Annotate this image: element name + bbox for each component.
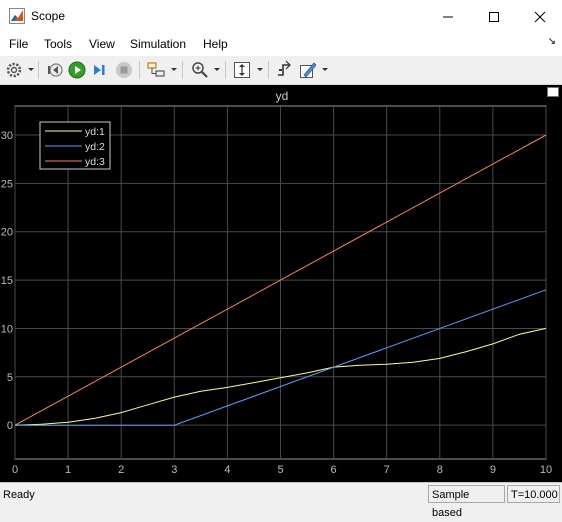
menu-file[interactable]: File (9, 37, 28, 51)
step-forward-button[interactable] (90, 60, 110, 80)
maximize-button[interactable] (470, 0, 516, 32)
scope-display[interactable]: yd 0 1 2 3 4 5 6 7 8 9 10 0 5 10 15 20 25 30 yd:1 yd:2 yd:… (0, 85, 562, 482)
y-tick-label: 0 (7, 420, 13, 432)
style-icon (300, 62, 317, 78)
close-icon (534, 11, 546, 23)
chart-title: yd (276, 89, 289, 103)
x-tick-label: 6 (331, 464, 337, 476)
zoom-dropdown-icon[interactable] (214, 68, 220, 71)
signal-select-button[interactable] (146, 60, 166, 80)
run-icon (68, 61, 86, 79)
legend-label: yd:3 (85, 156, 105, 168)
y-tick-label: 30 (1, 130, 13, 142)
toolbar-separator (139, 61, 140, 79)
settings-dropdown-icon[interactable] (28, 68, 34, 71)
status-bar: Ready Sample based T=10.000 (0, 482, 562, 519)
menu-help[interactable]: Help (203, 37, 228, 51)
window-title: Scope (31, 9, 66, 23)
x-tick-label: 1 (65, 464, 71, 476)
minimize-button[interactable] (424, 0, 470, 32)
x-tick-label: 7 (384, 464, 390, 476)
legend-label: yd:1 (85, 126, 105, 138)
title-bar: Scope (0, 0, 562, 32)
y-tick-label: 15 (1, 275, 13, 287)
yd-plot: yd 0 1 2 3 4 5 6 7 8 9 10 051015202530 yd:1yd:2yd:… (1, 89, 552, 476)
menu-view[interactable]: View (89, 37, 115, 51)
toolbar-separator (225, 61, 226, 79)
close-button[interactable] (516, 0, 562, 32)
style-button[interactable] (298, 60, 318, 80)
undock-icon[interactable] (547, 87, 559, 97)
minimize-icon (443, 16, 453, 18)
x-tick-label: 9 (490, 464, 496, 476)
time-indicator: T=10.000 (507, 485, 560, 503)
y-tick-label: 20 (1, 227, 13, 239)
sample-mode-indicator: Sample based (428, 485, 505, 519)
autoscale-icon (234, 62, 250, 78)
run-button[interactable] (67, 60, 87, 80)
x-tick-label: 3 (171, 464, 177, 476)
status-ready: Ready (3, 489, 35, 501)
style-dropdown-icon[interactable] (322, 68, 328, 71)
x-tick-label: 5 (277, 464, 283, 476)
dock-arrow-icon[interactable]: ↘ (548, 36, 556, 47)
stop-icon (116, 62, 132, 78)
autoscale-button[interactable] (232, 60, 252, 80)
step-forward-icon (94, 65, 105, 75)
matlab-logo-icon (9, 8, 25, 24)
autoscale-dropdown-icon[interactable] (257, 68, 263, 71)
menu-simulation[interactable]: Simulation (130, 37, 186, 51)
y-tick-label: 5 (7, 372, 13, 384)
y-tick-label: 25 (1, 178, 13, 190)
zoom-button[interactable] (190, 60, 210, 80)
x-tick-label: 2 (118, 464, 124, 476)
menu-bar: File Tools View Simulation Help ↘ (0, 32, 562, 56)
x-tick-label: 10 (540, 464, 552, 476)
x-tick-label: 8 (437, 464, 443, 476)
toolbar-separator (268, 61, 269, 79)
maximize-icon (489, 12, 499, 22)
signal-select-dropdown-icon[interactable] (171, 68, 177, 71)
legend-label: yd:2 (85, 141, 105, 153)
gear-icon (6, 62, 22, 78)
legend: yd:1 yd:2 yd:3 (39, 121, 111, 170)
x-tick-label: 4 (224, 464, 230, 476)
x-tick-labels: 0 1 2 3 4 5 6 7 8 9 10 (12, 464, 552, 476)
toolbar-separator (182, 61, 183, 79)
step-back-button[interactable] (45, 60, 65, 80)
signal-select-icon (147, 62, 165, 77)
y-tick-labels: 0 5 10 15 20 25 30 (1, 130, 13, 432)
menu-tools[interactable]: Tools (44, 37, 72, 51)
settings-button[interactable] (4, 60, 24, 80)
x-tick-label: 0 (12, 464, 18, 476)
triggers-button[interactable] (275, 60, 295, 80)
toolbar (0, 56, 562, 85)
triggers-icon (278, 60, 291, 76)
step-back-icon (48, 63, 63, 77)
zoom-icon (192, 62, 208, 78)
stop-button[interactable] (114, 60, 134, 80)
toolbar-separator (38, 61, 39, 79)
y-tick-label: 10 (1, 323, 13, 335)
